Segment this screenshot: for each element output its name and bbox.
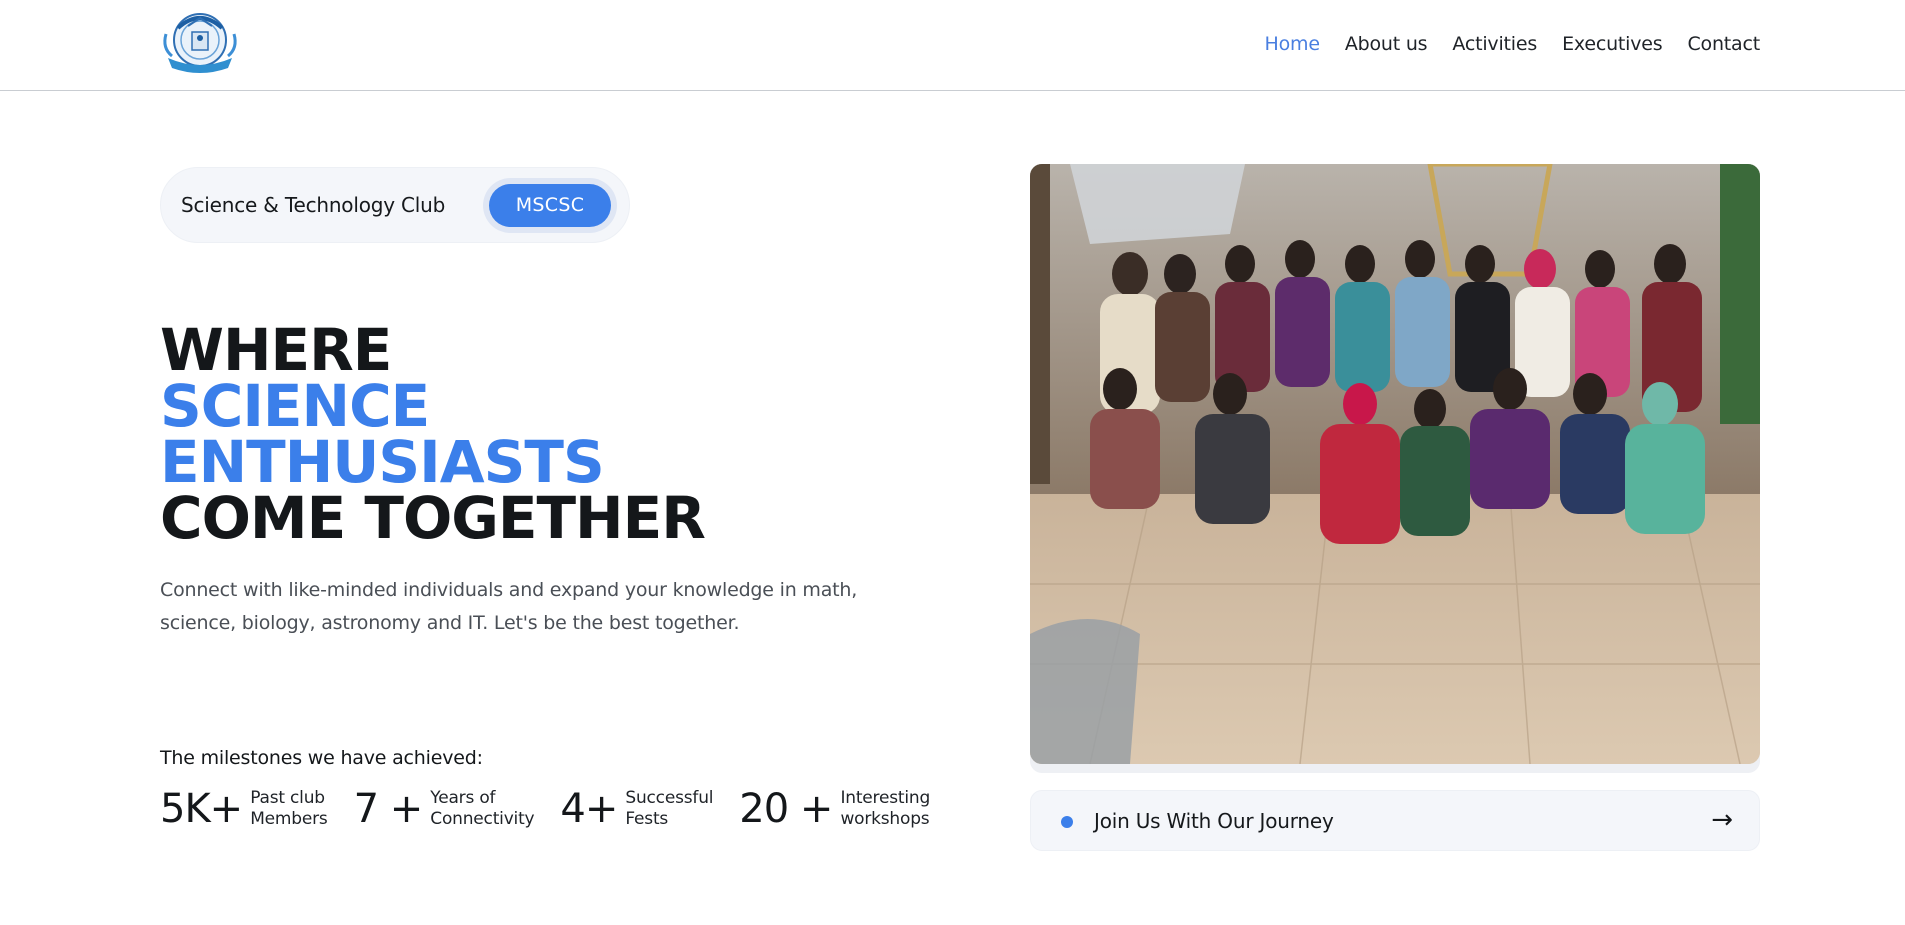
headline-line-1: WHERE [160,316,392,384]
milestone-stats: 5K+ Past club Members 7 + Years of Conne… [160,786,930,832]
stat-label-line-2: Connectivity [430,809,535,829]
stat-number: 20 + [739,786,833,832]
nav-executives[interactable]: Executives [1562,33,1663,55]
hero-description: Connect with like-minded individuals and… [160,579,858,634]
main-nav: Home About us Activities Executives Cont… [1265,33,1761,55]
stat-label: Successful Fests [625,788,713,830]
hero-headline: WHERE SCIENCE ENTHUSIASTS COME TOGETHER [160,316,706,552]
headline-line-3: ENTHUSIASTS [160,428,605,496]
stat-label: Past club Members [250,788,328,830]
nav-activities[interactable]: Activities [1452,33,1537,55]
stat-label-line-1: Interesting [840,788,931,808]
badge-pill-wrapper: MSCSC [483,178,617,233]
stat-number: 7 + [353,786,424,832]
group-photo-illustration [1030,164,1760,764]
nav-about-us[interactable]: About us [1345,33,1428,55]
stat-label-line-1: Successful [625,788,714,808]
club-logo[interactable] [160,8,240,76]
stat-label-line-1: Years of [430,788,496,808]
stat-fests: 4+ Successful Fests [560,786,713,832]
stat-label-line-2: Members [250,809,328,829]
stat-label-line-2: workshops [840,809,930,829]
club-badge: Science & Technology Club MSCSC [160,167,630,243]
stat-label: Years of Connectivity [430,788,534,830]
stat-label: Interesting workshops [840,788,930,830]
arrow-right-icon[interactable]: → [1711,805,1733,835]
stat-years: 7 + Years of Connectivity [354,786,535,832]
headline-line-2: SCIENCE [160,372,430,440]
badge-pill: MSCSC [489,184,611,227]
milestones-title: The milestones we have achieved: [160,747,483,769]
stat-workshops: 20 + Interesting workshops [739,786,930,832]
join-text: Join Us With Our Journey [1094,809,1334,833]
stat-label-line-1: Past club [250,788,325,808]
group-photo [1030,164,1760,764]
site-header: Home About us Activities Executives Cont… [0,0,1905,91]
join-journey-bar[interactable]: Join Us With Our Journey → [1030,790,1760,851]
stat-number: 5K+ [160,786,243,832]
headline-line-4: COME TOGETHER [160,484,706,552]
stat-members: 5K+ Past club Members [160,786,328,832]
stat-label-line-2: Fests [625,809,669,829]
join-dot-icon [1061,816,1073,828]
stat-number: 4+ [560,786,618,832]
badge-text: Science & Technology Club [181,193,446,217]
nav-home[interactable]: Home [1265,33,1321,55]
nav-contact[interactable]: Contact [1687,33,1760,55]
